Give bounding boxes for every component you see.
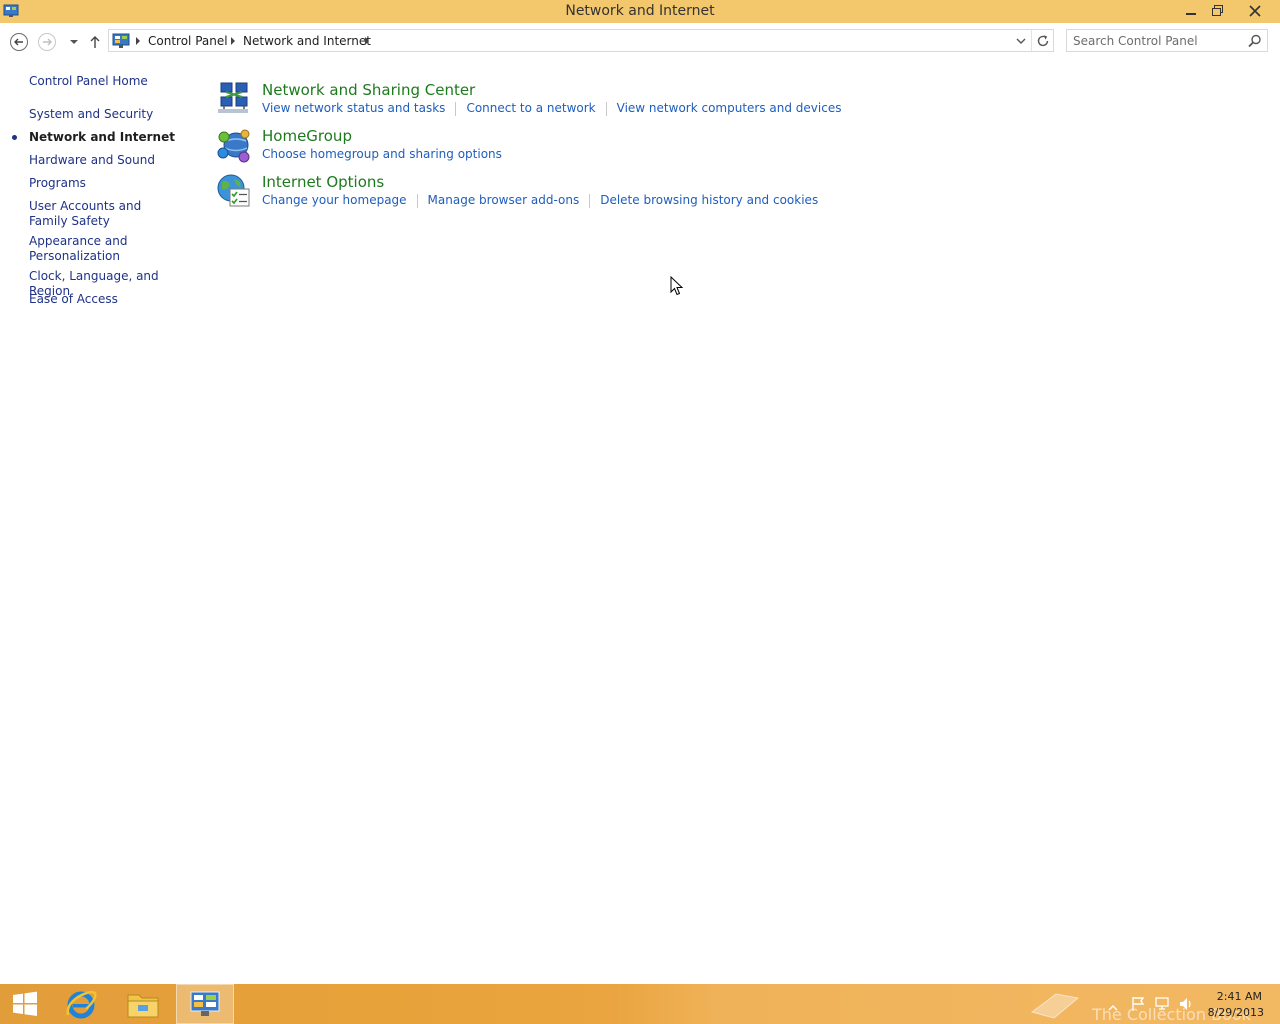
forward-arrow-icon xyxy=(38,33,56,51)
control-panel-home-link[interactable]: Control Panel Home xyxy=(29,74,194,89)
nav-user-accounts[interactable]: User Accounts and Family Safety xyxy=(29,199,177,229)
breadcrumb-control-panel[interactable]: Control Panel xyxy=(148,34,228,48)
connect-to-network-link[interactable]: Connect to a network xyxy=(466,101,595,115)
category-homegroup: HomeGroup Choose homegroup and sharing o… xyxy=(216,127,1116,173)
left-navigation: Control Panel Home System and Security N… xyxy=(0,59,200,359)
homegroup-icon[interactable] xyxy=(216,127,252,163)
category-internet-options: Internet Options Change your homepage Man… xyxy=(216,173,1116,219)
flag-icon xyxy=(1132,997,1145,1011)
back-button[interactable] xyxy=(9,32,29,52)
link-separator xyxy=(605,101,607,116)
folder-icon xyxy=(127,994,159,1018)
homegroup-links: Choose homegroup and sharing options xyxy=(262,147,502,161)
restore-icon xyxy=(1211,5,1223,16)
chevron-down-icon xyxy=(70,40,78,44)
speaker-icon xyxy=(1180,998,1191,1010)
taskbar-control-panel[interactable] xyxy=(176,984,234,1024)
nav-ease-of-access[interactable]: Ease of Access xyxy=(29,292,194,307)
internet-options-icon[interactable] xyxy=(216,173,252,209)
internet-explorer-icon xyxy=(66,990,97,1019)
view-network-status-link[interactable]: View network status and tasks xyxy=(262,101,445,115)
address-bar[interactable]: Control Panel Network and Internet xyxy=(108,29,1054,52)
refresh-icon[interactable] xyxy=(1035,33,1051,49)
breadcrumb-separator-icon[interactable] xyxy=(229,36,237,46)
breadcrumb-network-and-internet[interactable]: Network and Internet xyxy=(243,34,371,48)
nav-hardware-and-sound[interactable]: Hardware and Sound xyxy=(29,153,194,168)
window-title: Network and Internet xyxy=(565,3,715,19)
nav-network-and-internet[interactable]: Network and Internet xyxy=(29,130,194,145)
navigation-bar: Control Panel Network and Internet xyxy=(0,23,1280,59)
change-homepage-link[interactable]: Change your homepage xyxy=(262,193,407,207)
network-sharing-title[interactable]: Network and Sharing Center xyxy=(262,81,475,99)
category-network-sharing: Network and Sharing Center View network … xyxy=(216,81,1116,127)
active-bullet xyxy=(12,135,17,140)
action-center-button[interactable] xyxy=(1128,984,1148,1024)
up-arrow-icon xyxy=(90,36,100,48)
mouse-cursor-icon xyxy=(670,276,684,296)
chevron-up-icon xyxy=(1108,1005,1118,1011)
windows-logo-icon xyxy=(13,991,37,1016)
choose-homegroup-options-link[interactable]: Choose homegroup and sharing options xyxy=(262,147,502,161)
link-separator xyxy=(589,193,591,208)
title-bar: Network and Internet xyxy=(0,0,1280,23)
search-input[interactable] xyxy=(1073,33,1243,48)
clock-date[interactable]: 8/29/2013 xyxy=(1200,1006,1264,1019)
nav-programs[interactable]: Programs xyxy=(29,176,194,191)
network-sharing-icon[interactable] xyxy=(216,81,252,117)
close-button[interactable] xyxy=(1232,0,1278,21)
internet-options-title[interactable]: Internet Options xyxy=(262,173,384,191)
taskbar-internet-explorer[interactable] xyxy=(52,984,110,1024)
start-button[interactable] xyxy=(0,984,50,1024)
address-dropdown-icon[interactable] xyxy=(1014,34,1028,48)
breadcrumb-separator-icon[interactable] xyxy=(363,36,371,46)
search-box[interactable] xyxy=(1066,29,1268,52)
nav-system-and-security[interactable]: System and Security xyxy=(29,107,194,122)
link-separator xyxy=(455,101,457,116)
link-separator xyxy=(416,193,418,208)
breadcrumb-separator-icon[interactable] xyxy=(134,36,142,46)
show-hidden-icons-button[interactable] xyxy=(1104,988,1122,1024)
up-button[interactable] xyxy=(85,32,105,52)
minimize-button[interactable] xyxy=(1178,0,1204,21)
address-divider xyxy=(1031,30,1032,51)
internet-options-links: Change your homepage Manage browser add-o… xyxy=(262,193,818,208)
delete-browsing-history-link[interactable]: Delete browsing history and cookies xyxy=(600,193,818,207)
control-panel-icon xyxy=(112,33,130,48)
taskbar-file-explorer[interactable] xyxy=(114,984,172,1024)
close-icon xyxy=(1249,4,1261,17)
homegroup-title[interactable]: HomeGroup xyxy=(262,127,352,145)
back-arrow-icon xyxy=(10,33,28,51)
minimize-icon xyxy=(1186,12,1196,15)
restore-button[interactable] xyxy=(1204,0,1230,21)
nav-appearance[interactable]: Appearance and Personalization xyxy=(29,234,139,264)
forward-button[interactable] xyxy=(37,32,57,52)
recent-locations-button[interactable] xyxy=(64,32,84,52)
network-sharing-links: View network status and tasks Connect to … xyxy=(262,101,841,116)
network-icon xyxy=(1155,997,1169,1010)
volume-tray-button[interactable] xyxy=(1176,984,1196,1024)
search-icon[interactable] xyxy=(1247,33,1263,49)
view-network-computers-link[interactable]: View network computers and devices xyxy=(617,101,842,115)
manage-addons-link[interactable]: Manage browser add-ons xyxy=(428,193,580,207)
control-panel-icon xyxy=(190,991,220,1016)
network-tray-button[interactable] xyxy=(1152,984,1172,1024)
clock-time[interactable]: 2:41 AM xyxy=(1210,990,1262,1003)
